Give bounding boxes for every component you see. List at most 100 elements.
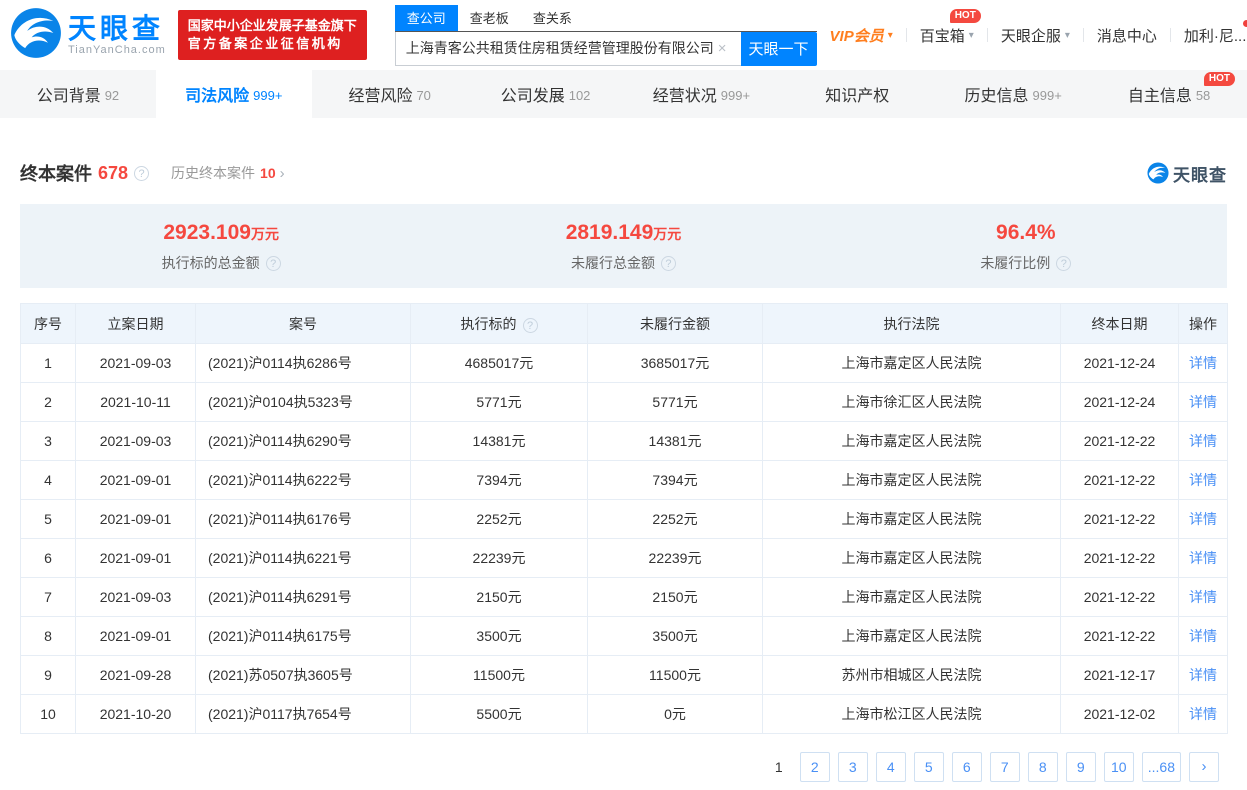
- search-input-value: 上海青客公共租赁住房租赁经营管理股份有限公司: [406, 38, 714, 58]
- page-button[interactable]: 2: [800, 752, 830, 782]
- stat-label: 未履行比例: [825, 253, 1227, 273]
- tab-self-info[interactable]: 自主信息 58 HOT: [1091, 70, 1247, 118]
- cell-execution-court: 上海市嘉定区人民法院: [763, 539, 1061, 578]
- cell-execution-target: 11500元: [411, 656, 588, 695]
- search-button[interactable]: 天眼一下: [741, 32, 817, 66]
- cell-end-date: 2021-12-24: [1061, 344, 1179, 383]
- hot-badge: HOT: [1204, 72, 1235, 86]
- table-header-row: 序号 立案日期 案号 执行标的 未履行金额 执行法院 终本日期 操作: [21, 304, 1228, 344]
- tianyancha-logo[interactable]: 天眼查 TianYanCha.com: [10, 7, 166, 64]
- tab-label: 经营风险: [348, 82, 412, 106]
- page-current[interactable]: 1: [766, 759, 792, 775]
- table-row: 72021-09-03(2021)沪0114执6291号2150元2150元上海…: [21, 578, 1228, 617]
- cell-filing-date: 2021-09-03: [76, 578, 196, 617]
- page-button[interactable]: 7: [990, 752, 1020, 782]
- detail-link[interactable]: 详情: [1189, 394, 1217, 410]
- tab-count: 70: [416, 88, 430, 103]
- page-button[interactable]: 9: [1066, 752, 1096, 782]
- search-tab-company[interactable]: 查公司: [395, 5, 458, 31]
- cell-end-date: 2021-12-22: [1061, 422, 1179, 461]
- next-page-button[interactable]: ›: [1189, 752, 1219, 782]
- help-icon[interactable]: [134, 166, 149, 181]
- page-list: 23456789 10 ...68: [800, 752, 1189, 782]
- hot-badge: HOT: [950, 9, 981, 23]
- cell-end-date: 2021-12-17: [1061, 656, 1179, 695]
- tab-count: 999+: [253, 88, 282, 103]
- section-title: 终本案件: [20, 160, 92, 186]
- col-header-end-date: 终本日期: [1061, 304, 1179, 344]
- cell-filing-date: 2021-09-01: [76, 500, 196, 539]
- tab-intellectual-property[interactable]: 知识产权: [779, 70, 935, 118]
- help-icon[interactable]: [661, 256, 676, 271]
- cell-case-number: (2021)沪0114执6175号: [196, 617, 411, 656]
- page-button[interactable]: 5: [914, 752, 944, 782]
- page-button[interactable]: 8: [1028, 752, 1058, 782]
- help-icon[interactable]: [1056, 256, 1071, 271]
- detail-link[interactable]: 详情: [1189, 433, 1217, 449]
- menu-message-center[interactable]: 消息中心: [1084, 25, 1170, 46]
- page-button[interactable]: 4: [876, 752, 906, 782]
- caret-down-icon: ▾: [1065, 30, 1070, 41]
- top-header: 天眼查 TianYanCha.com 国家中小企业发展子基金旗下 官方备案企业征…: [0, 0, 1247, 70]
- cell-filing-date: 2021-10-20: [76, 695, 196, 734]
- detail-link[interactable]: 详情: [1189, 667, 1217, 683]
- cell-execution-target: 4685017元: [411, 344, 588, 383]
- search-block: 查公司 查老板 查关系 上海青客公共租赁住房租赁经营管理股份有限公司 × 天眼一…: [395, 5, 817, 66]
- help-icon[interactable]: [266, 256, 281, 271]
- cell-operation: 详情: [1179, 695, 1228, 734]
- cell-filing-date: 2021-09-01: [76, 617, 196, 656]
- cell-filing-date: 2021-10-11: [76, 383, 196, 422]
- tab-operational-risk[interactable]: 经营风险 70: [312, 70, 468, 118]
- menu-user-account[interactable]: 加利·尼... ▾: [1171, 25, 1247, 46]
- page-button[interactable]: ...68: [1142, 752, 1181, 782]
- cell-index: 2: [21, 383, 76, 422]
- menu-vip[interactable]: VIP会员 ▾: [817, 25, 906, 46]
- tianyancha-watermark: 天眼查: [1147, 161, 1227, 186]
- detail-link[interactable]: 详情: [1189, 628, 1217, 644]
- tab-business-status[interactable]: 经营状况 999+: [624, 70, 780, 118]
- company-nav-tabs: 公司背景 92 司法风险 999+ 经营风险 70 公司发展 102 经营状况 …: [0, 70, 1247, 118]
- cell-filing-date: 2021-09-01: [76, 461, 196, 500]
- detail-link[interactable]: 详情: [1189, 511, 1217, 527]
- history-cases-link[interactable]: 历史终本案件 10 ›: [171, 163, 285, 183]
- cell-execution-court: 上海市嘉定区人民法院: [763, 500, 1061, 539]
- page-button[interactable]: 3: [838, 752, 868, 782]
- search-tab-boss[interactable]: 查老板: [458, 5, 521, 31]
- search-tab-relation[interactable]: 查关系: [521, 5, 584, 31]
- menu-toolbox[interactable]: HOT 百宝箱 ▾: [907, 25, 987, 46]
- search-tabs: 查公司 查老板 查关系: [395, 5, 817, 32]
- help-icon[interactable]: [523, 318, 538, 333]
- detail-link[interactable]: 详情: [1189, 472, 1217, 488]
- tab-company-development[interactable]: 公司发展 102: [468, 70, 624, 118]
- cell-operation: 详情: [1179, 578, 1228, 617]
- page-button[interactable]: 6: [952, 752, 982, 782]
- tab-label: 知识产权: [825, 82, 889, 106]
- watermark-text: 天眼查: [1173, 161, 1227, 186]
- menu-enterprise-service[interactable]: 天眼企服 ▾: [988, 25, 1083, 46]
- page-button[interactable]: 10: [1104, 752, 1134, 782]
- detail-link[interactable]: 详情: [1189, 706, 1217, 722]
- search-input[interactable]: 上海青客公共租赁住房租赁经营管理股份有限公司 ×: [395, 32, 741, 66]
- cell-execution-court: 上海市嘉定区人民法院: [763, 617, 1061, 656]
- cell-index: 9: [21, 656, 76, 695]
- tab-judicial-risk[interactable]: 司法风险 999+: [156, 70, 312, 118]
- clear-icon[interactable]: ×: [714, 40, 731, 57]
- stat-total-target: 2923.109万元 执行标的总金额: [20, 221, 422, 273]
- section-heading-row: 终本案件 678 历史终本案件 10 › 天眼查: [20, 160, 1227, 186]
- cell-filing-date: 2021-09-03: [76, 422, 196, 461]
- tab-company-background[interactable]: 公司背景 92: [0, 70, 156, 118]
- detail-link[interactable]: 详情: [1189, 355, 1217, 371]
- stat-value: 96.4%: [825, 221, 1227, 245]
- tab-count: 58: [1196, 88, 1210, 103]
- cell-execution-target: 14381元: [411, 422, 588, 461]
- tab-history-info[interactable]: 历史信息 999+: [935, 70, 1091, 118]
- gov-badge-line1: 国家中小企业发展子基金旗下: [188, 17, 357, 35]
- tab-label: 经营状况: [653, 82, 717, 106]
- cell-index: 10: [21, 695, 76, 734]
- detail-link[interactable]: 详情: [1189, 589, 1217, 605]
- table-row: 62021-09-01(2021)沪0114执6221号22239元22239元…: [21, 539, 1228, 578]
- tab-label: 公司背景: [37, 82, 101, 106]
- detail-link[interactable]: 详情: [1189, 550, 1217, 566]
- cell-index: 6: [21, 539, 76, 578]
- cell-execution-court: 上海市嘉定区人民法院: [763, 422, 1061, 461]
